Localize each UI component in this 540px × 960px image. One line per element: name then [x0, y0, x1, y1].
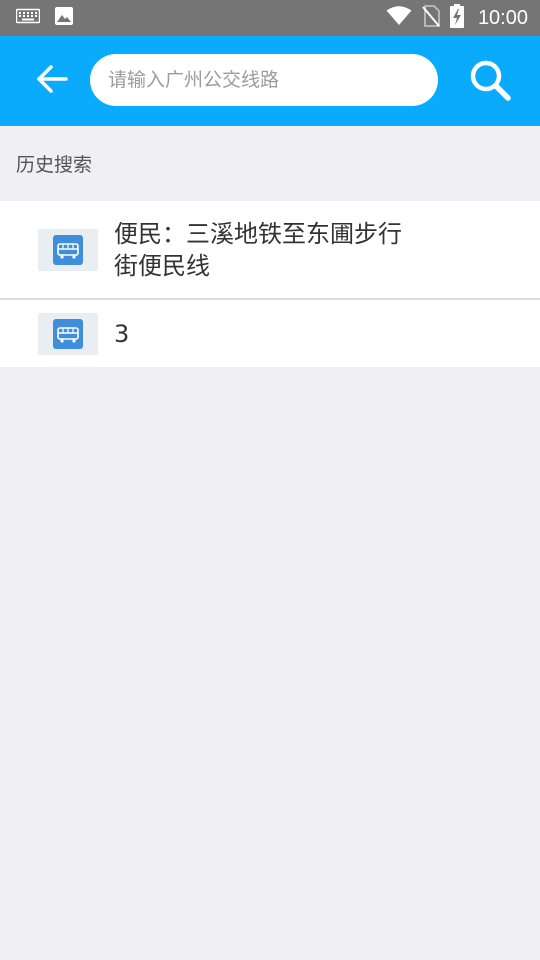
keyboard-icon — [15, 8, 41, 28]
search-button[interactable] — [462, 56, 518, 108]
search-input[interactable] — [106, 68, 438, 92]
status-bar: 10:00 — [0, 0, 540, 36]
status-time: 10:00 — [477, 6, 528, 29]
search-box — [90, 54, 438, 106]
history-title: 历史搜索 — [16, 154, 93, 176]
search-icon — [468, 58, 512, 106]
no-sim-icon — [422, 5, 440, 31]
arrow-left-icon — [36, 65, 68, 97]
wifi-icon — [386, 6, 412, 30]
history-list: 便民：三溪地铁至东圃步行街便民线 3 — [0, 201, 540, 367]
history-item[interactable]: 3 — [0, 300, 540, 367]
back-button[interactable] — [28, 60, 76, 102]
app-header — [0, 36, 540, 126]
bus-icon — [38, 228, 98, 271]
battery-charging-icon — [449, 4, 464, 32]
history-item-label: 便民：三溪地铁至东圃步行街便民线 — [114, 219, 402, 280]
history-item-label: 3 — [114, 319, 130, 348]
image-icon — [54, 6, 74, 30]
bus-icon — [38, 312, 98, 355]
history-item[interactable]: 便民：三溪地铁至东圃步行街便民线 — [0, 201, 540, 300]
